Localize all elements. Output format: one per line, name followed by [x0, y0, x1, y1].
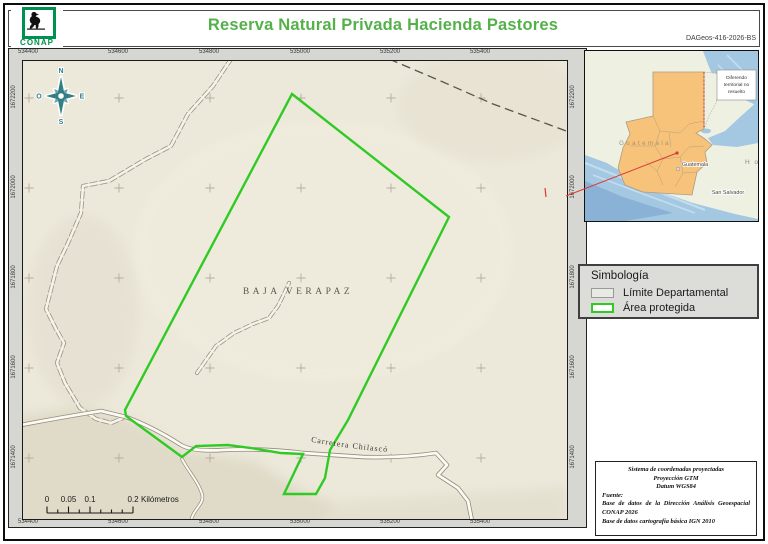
- legend-item-label: Área protegida: [623, 301, 696, 314]
- note-line-1: Diferendo: [726, 75, 747, 81]
- crs-line-2: Proyección GTM: [653, 474, 699, 482]
- scale-label-0: 0: [45, 495, 50, 504]
- source-line-2: Base de datos cartografía básica IGN 201…: [602, 517, 715, 525]
- compass-west-label: O: [36, 94, 42, 101]
- y-tick-right-0: 1672200: [570, 85, 576, 109]
- y-tick-right-3: 1671600: [570, 355, 576, 379]
- conap-logo: CONAP: [11, 7, 63, 47]
- crs-line-3: Datum WGS84: [656, 483, 696, 491]
- x-tick-top-5: 535400: [469, 49, 491, 55]
- x-tick-top-3: 535000: [289, 49, 311, 55]
- legend-title: Simbología: [591, 270, 649, 282]
- departmental-boundary-swatch: [591, 287, 614, 298]
- logo-frame: [22, 7, 56, 39]
- y-tick-left-0: 1672200: [11, 85, 17, 109]
- x-tick-top-2: 534800: [198, 49, 220, 55]
- y-tick-right-4: 1671400: [570, 445, 576, 469]
- y-tick-right-1: 1672000: [570, 175, 576, 199]
- country-label: Guatemala: [619, 140, 671, 147]
- legend-item-departmental: Límite Departamental: [591, 286, 728, 299]
- doc-code: DAGeos-416-2026-BS: [685, 35, 756, 42]
- scale-unit-label: Kilómetros: [141, 495, 179, 504]
- main-map: BAJA VERAPAZ Carretera Chilascó N E S O …: [23, 61, 567, 519]
- scale-label-005: 0.05: [61, 495, 77, 504]
- x-tick-top-1: 534600: [107, 49, 129, 55]
- map-frame: BAJA VERAPAZ Carretera Chilascó N E S O …: [22, 60, 568, 520]
- crs-line-1: Sistema de coordenadas proyectadas: [627, 466, 725, 473]
- y-tick-left-2: 1671800: [11, 265, 17, 289]
- legend-item-protected-area: Área protegida: [591, 301, 695, 314]
- capital-label: Guatemala: [682, 162, 708, 168]
- y-tick-right-2: 1671800: [570, 265, 576, 289]
- note-line-3: resuelto: [728, 89, 745, 95]
- source-line-1: Base de datos de la Dirección Análisis G…: [602, 500, 750, 516]
- scale-label-02: 0.2: [127, 495, 139, 504]
- honduras-label: H o: [745, 159, 758, 166]
- note-line-2: territorial no: [724, 82, 750, 88]
- y-tick-left-4: 1671400: [11, 445, 17, 469]
- inset-map: Diferendo territorial no resuelto Guatem…: [584, 50, 759, 222]
- source-label: Fuente:: [602, 491, 623, 499]
- scale-label-01: 0.1: [84, 495, 96, 504]
- compass-south-label: S: [59, 119, 64, 126]
- conap-logo-label: CONAP: [20, 38, 54, 47]
- y-tick-left-3: 1671600: [11, 355, 17, 379]
- x-tick-top-0: 534400: [17, 49, 39, 55]
- san-salvador-label: San Salvador: [712, 190, 745, 196]
- compass-north-label: N: [58, 68, 63, 75]
- department-label: BAJA VERAPAZ: [243, 287, 353, 297]
- protected-area-swatch: [591, 302, 614, 313]
- y-tick-left-1: 1672000: [11, 175, 17, 199]
- credits-box: Sistema de coordenadas proyectadas Proye…: [595, 461, 757, 536]
- page-title: Reserva Natural Privada Hacienda Pastore…: [207, 16, 559, 34]
- territorial-note: Diferendo territorial no resuelto: [716, 69, 757, 101]
- legend-item-label: Límite Departamental: [623, 286, 729, 299]
- quetzal-bird-icon: [27, 11, 45, 30]
- compass-east-label: E: [80, 94, 85, 101]
- x-tick-top-4: 535200: [379, 49, 401, 55]
- legend-box: Simbología Límite Departamental Área pro…: [578, 264, 759, 319]
- capital-city-marker: [676, 167, 680, 171]
